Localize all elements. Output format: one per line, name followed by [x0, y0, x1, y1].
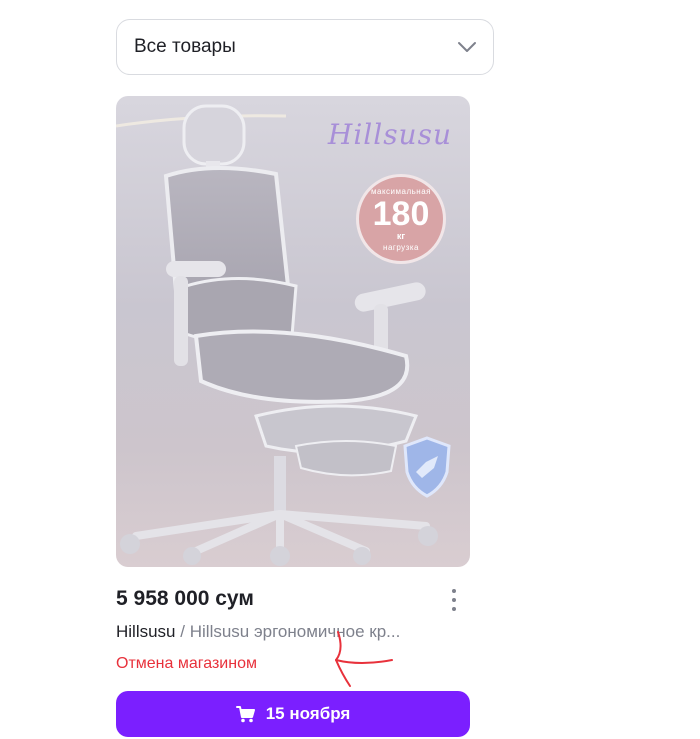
product-price: 5 958 000 сум [116, 587, 254, 610]
product-image[interactable]: Hillsusu максимальная 180 кг нагрузка [116, 96, 470, 567]
product-brand: Hillsusu [116, 622, 176, 641]
chevron-down-icon [458, 42, 476, 52]
kebab-menu-icon[interactable] [446, 589, 462, 611]
add-to-cart-button[interactable]: 15 ноября [116, 691, 470, 737]
cart-icon [235, 706, 255, 723]
product-title[interactable]: Hillsusu / Hillsusu эргономичное кр... [116, 622, 476, 642]
category-dropdown-label: Все товары [134, 36, 236, 57]
title-separator: / [180, 622, 185, 641]
max-load-badge: максимальная 180 кг нагрузка [356, 174, 446, 264]
badge-value: 180 [372, 195, 430, 233]
category-dropdown[interactable]: Все товары [116, 19, 494, 75]
red-arrow-annotation [335, 631, 393, 687]
order-status: Отмена магазином [116, 655, 257, 672]
delivery-date-label: 15 ноября [265, 704, 351, 723]
shield-icon [403, 436, 451, 498]
brand-logo: Hillsusu [327, 118, 452, 151]
badge-unit: кг [396, 231, 406, 241]
badge-bottom-text: нагрузка [383, 243, 419, 252]
